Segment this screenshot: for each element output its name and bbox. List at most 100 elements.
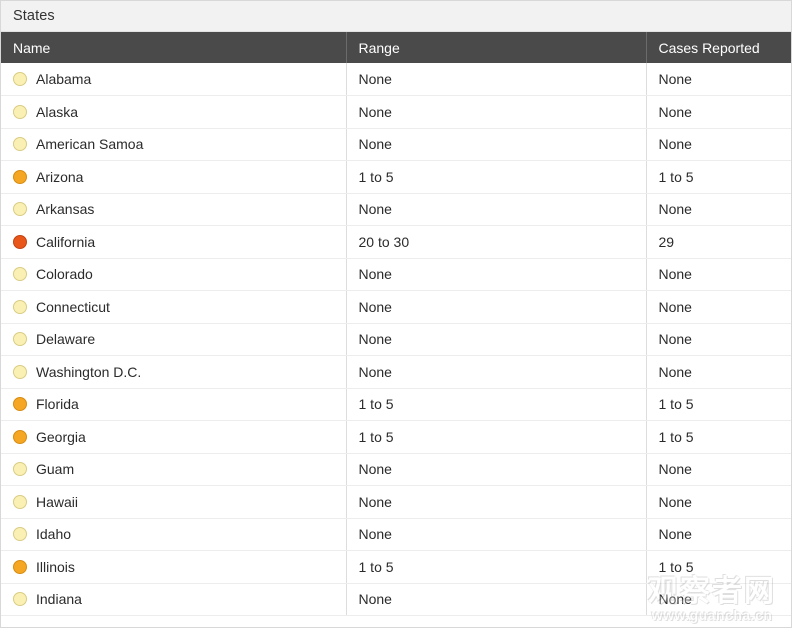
cell-cases-reported: None — [646, 63, 791, 96]
window-title-bar: States — [1, 1, 791, 32]
page-title: States — [13, 8, 55, 24]
cell-range: 1 to 5 — [346, 160, 647, 194]
severity-circle-icon — [13, 364, 27, 379]
table-row[interactable]: Connecticut None None — [1, 290, 791, 324]
table-row[interactable]: Georgia 1 to 51 to 5 — [1, 420, 791, 454]
cell-range: 1 to 5 — [346, 420, 647, 454]
cell-name: California — [1, 225, 347, 259]
cell-name: Delaware — [1, 323, 347, 356]
severity-circle-icon — [13, 202, 27, 217]
cell-range: None — [346, 518, 647, 551]
name-cell-content: Alabama — [13, 71, 345, 87]
cell-cases-reported: None — [646, 355, 791, 389]
cell-cases-reported: 29 — [646, 225, 791, 259]
state-name-label: Washington D.C. — [36, 363, 142, 380]
severity-circle-icon — [13, 169, 27, 184]
severity-circle-icon — [13, 137, 27, 152]
cell-range: None — [346, 583, 647, 616]
cell-name: Alaska — [1, 95, 347, 129]
cell-range: None — [346, 258, 647, 291]
table-row[interactable]: Alabama None None — [1, 63, 791, 96]
cell-name: Idaho — [1, 518, 347, 551]
cell-cases-reported: None — [646, 583, 791, 616]
cell-range: None — [346, 95, 647, 129]
cell-cases-reported: None — [646, 193, 791, 226]
name-cell-content: California — [13, 233, 345, 250]
table-row[interactable]: Indiana None None — [1, 583, 791, 616]
table-row[interactable]: Hawaii None None — [1, 485, 791, 519]
table-row[interactable]: Florida 1 to 51 to 5 — [1, 388, 791, 421]
column-header-cases-reported[interactable]: Cases Reported — [646, 32, 791, 63]
table-row[interactable]: Guam None None — [1, 453, 791, 486]
table-row[interactable]: Washington D.C. None None — [1, 355, 791, 389]
cell-name: Hawaii — [1, 485, 347, 519]
cell-name: Connecticut — [1, 290, 347, 324]
cell-name: Indiana — [1, 583, 347, 616]
state-name-label: Indiana — [36, 591, 82, 608]
cell-cases-reported: None — [646, 258, 791, 291]
severity-circle-icon — [13, 332, 27, 347]
table-row[interactable]: Arkansas None None — [1, 193, 791, 226]
state-name-label: American Samoa — [36, 136, 144, 153]
name-cell-content: Indiana — [13, 591, 345, 608]
name-cell-content: Arizona — [13, 169, 345, 185]
table-header-row: Name Range Cases Reported — [1, 32, 791, 63]
cell-cases-reported: None — [646, 323, 791, 356]
cell-name: Guam — [1, 453, 347, 486]
state-name-label: Georgia — [36, 428, 86, 445]
states-table: Name Range Cases Reported Alabama None Non… — [1, 32, 791, 616]
state-name-label: Connecticut — [36, 298, 110, 315]
cell-range: None — [346, 290, 647, 324]
table-row[interactable]: Illinois 1 to 51 to 5 — [1, 550, 791, 584]
cell-range: None — [346, 193, 647, 226]
state-name-label: Hawaii — [36, 493, 79, 510]
state-name-label: Illinois — [36, 558, 75, 575]
state-name-label: Florida — [36, 396, 79, 413]
table-row[interactable]: Colorado None None — [1, 258, 791, 291]
state-name-label: Arkansas — [36, 201, 95, 218]
state-name-label: California — [36, 233, 96, 250]
cell-name: Florida — [1, 388, 347, 421]
cell-range: None — [346, 128, 647, 161]
cell-name: Arizona — [1, 160, 347, 194]
name-cell-content: Delaware — [13, 331, 345, 348]
name-cell-content: Georgia — [13, 428, 345, 445]
state-name-label: Guam — [36, 461, 75, 478]
cell-range: None — [346, 63, 647, 96]
name-cell-content: Arkansas — [13, 201, 345, 218]
name-cell-content: American Samoa — [13, 136, 345, 153]
table-row[interactable]: Alaska None None — [1, 95, 791, 129]
severity-circle-icon — [13, 592, 27, 607]
severity-circle-icon — [13, 494, 27, 509]
cell-name: Colorado — [1, 258, 347, 291]
cell-cases-reported: 1 to 5 — [646, 160, 791, 194]
name-cell-content: Illinois — [13, 558, 345, 575]
cell-name: Alabama — [1, 63, 347, 96]
state-name-label: Colorado — [36, 266, 93, 283]
table-row[interactable]: American Samoa None None — [1, 128, 791, 161]
table-row[interactable]: California 20 to 30 29 — [1, 225, 791, 259]
cell-range: 1 to 5 — [346, 388, 647, 421]
severity-circle-icon — [13, 397, 27, 412]
table-row[interactable]: Idaho None None — [1, 518, 791, 551]
table-row[interactable]: Delaware None None — [1, 323, 791, 356]
cell-range: None — [346, 485, 647, 519]
severity-circle-icon — [13, 462, 27, 477]
cell-name: Washington D.C. — [1, 355, 347, 389]
state-name-label: Delaware — [36, 331, 96, 348]
cell-range: None — [346, 453, 647, 486]
column-header-name[interactable]: Name — [1, 32, 347, 63]
severity-circle-icon — [13, 299, 27, 314]
name-cell-content: Florida — [13, 396, 345, 413]
cell-cases-reported: 1 to 5 — [646, 388, 791, 421]
severity-circle-icon — [13, 559, 27, 574]
cell-name: Georgia — [1, 420, 347, 454]
cell-name: Arkansas — [1, 193, 347, 226]
column-header-range[interactable]: Range — [346, 32, 647, 63]
cell-cases-reported: None — [646, 95, 791, 129]
state-name-label: Idaho — [36, 526, 72, 543]
cell-cases-reported: 1 to 5 — [646, 550, 791, 584]
name-cell-content: Alaska — [13, 103, 345, 120]
table-row[interactable]: Arizona 1 to 51 to 5 — [1, 160, 791, 194]
state-name-label: Alaska — [36, 103, 79, 120]
